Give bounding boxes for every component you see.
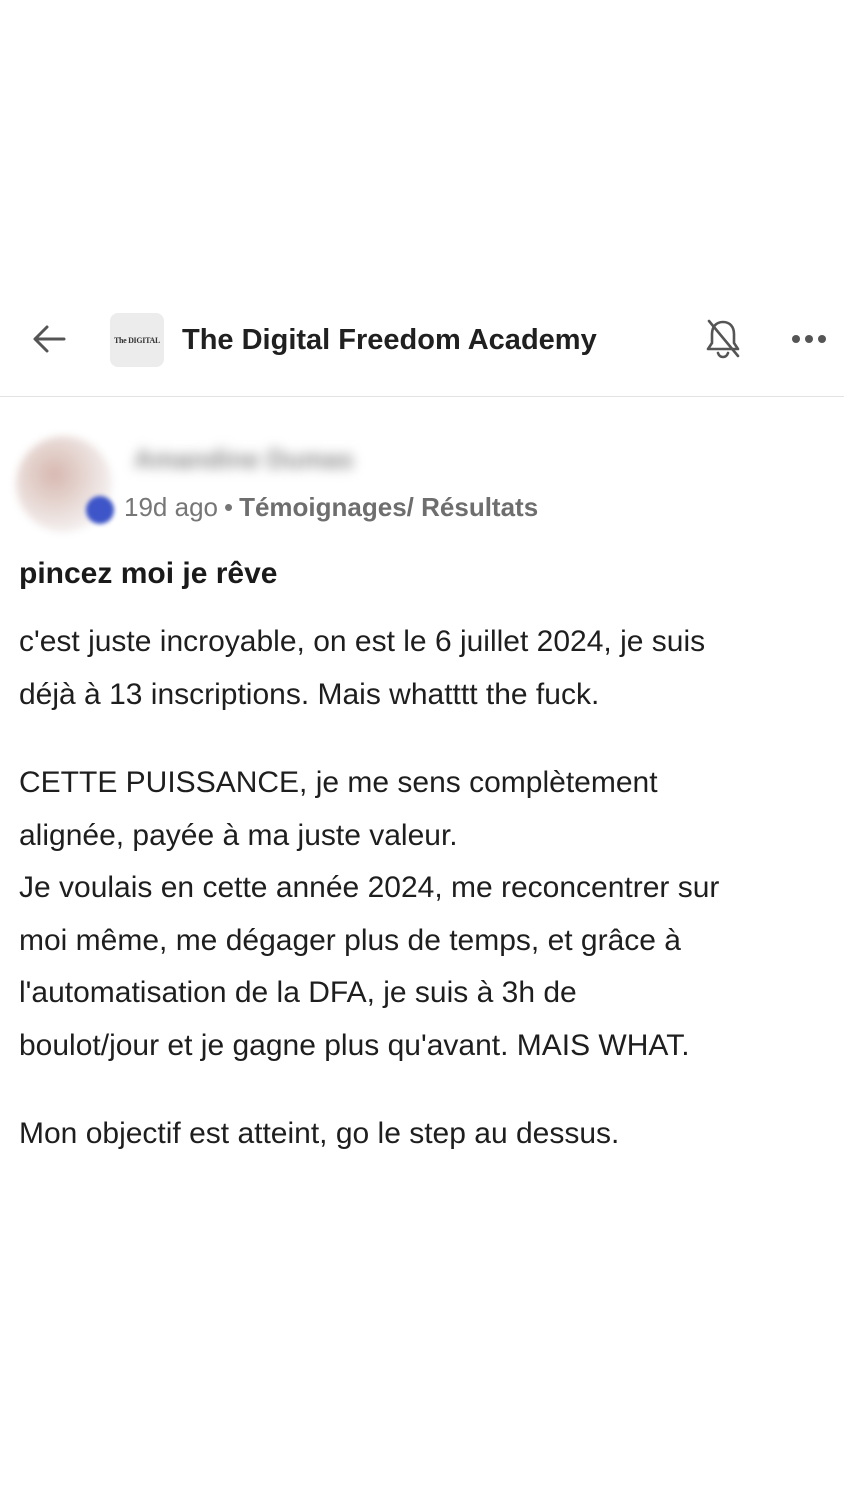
more-options-button[interactable] — [786, 316, 832, 362]
post-title: pincez moi je rêve — [19, 557, 278, 590]
group-name[interactable]: The Digital Freedom Academy — [182, 320, 597, 360]
group-logo[interactable]: The DIGITAL — [110, 313, 164, 367]
post-body: c'est juste incroyable, on est le 6 juil… — [19, 616, 835, 1161]
post-paragraph: Mon objectif est atteint, go le step au … — [19, 1117, 620, 1150]
back-button[interactable] — [22, 316, 76, 362]
post-category[interactable]: Témoignages/ Résultats — [239, 492, 538, 522]
author-name[interactable]: Amandine Dumas — [134, 444, 354, 475]
notifications-toggle-button[interactable] — [700, 316, 746, 362]
more-horizontal-icon — [792, 335, 826, 343]
bell-off-icon — [706, 319, 740, 359]
arrow-left-icon — [33, 325, 66, 353]
post-time: 19d ago — [124, 492, 218, 522]
top-bar: The DIGITAL The Digital Freedom Academy — [0, 288, 844, 397]
post-meta: 19d ago • Témoignages/ Résultats — [124, 490, 538, 524]
post-paragraph: c'est juste incroyable, on est le 6 juil… — [19, 625, 706, 711]
meta-separator: • — [223, 492, 234, 522]
avatar-level-badge — [86, 496, 114, 524]
group-logo-text: The DIGITAL — [113, 335, 161, 345]
post-paragraph: CETTE PUISSANCE, je me sens complètement… — [19, 766, 720, 1062]
